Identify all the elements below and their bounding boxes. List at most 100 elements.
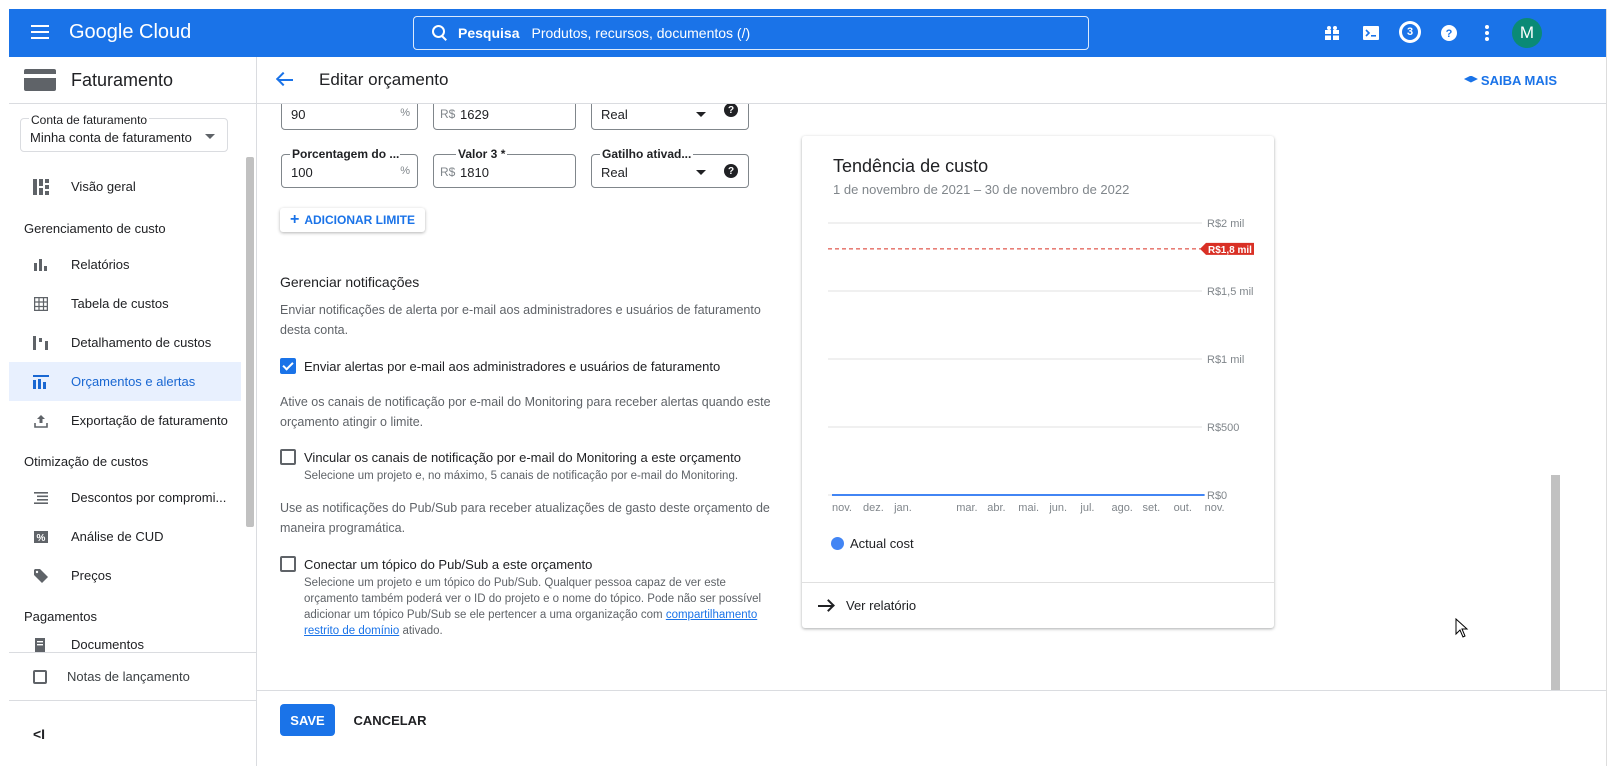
threshold-amount-value: 1810 [460,165,489,180]
sidebar-item-cost-breakdown[interactable]: Detalhamento de custos [9,323,241,362]
back-arrow-icon[interactable] [276,71,294,89]
x-tick-label: jul. [1079,502,1094,514]
help-icon[interactable]: ? [724,164,738,178]
threshold-amount-field[interactable]: Valor 3 * R$ 1810 [433,147,576,188]
threshold-percent-value: 100 [291,165,313,180]
more-vert-icon[interactable] [1477,23,1497,43]
bar-chart-icon [33,257,49,273]
x-tick-label: out. [1174,502,1192,514]
search-label: Pesquisa [458,25,520,41]
billing-account-value: Minha conta de faturamento [30,130,192,145]
table-icon [33,296,49,312]
top-app-bar: Google Cloud Pesquisa Produtos, recursos… [9,9,1606,57]
avatar[interactable]: M [1512,18,1542,48]
sidebar-item-reports[interactable]: Relatórios [9,245,241,284]
x-tick-label: jun. [1048,502,1067,514]
add-threshold-button[interactable]: + ADICIONAR LIMITE [280,208,425,232]
cost-trend-chart: R$0 R$500 R$1 mil R$1,5 mil R$2 mil nov. dez. j… [828,218,1254,514]
upload-icon [33,413,49,429]
threshold-amount-label: Valor 3 * [456,147,508,161]
monitoring-channels-checkbox[interactable] [280,449,296,465]
pubsub-topic-checkbox[interactable] [280,556,296,572]
sidebar: Faturamento Conta de faturamento Minha c… [9,57,257,766]
save-button[interactable]: SAVE [280,704,335,736]
chart-legend: Actual cost [831,536,914,551]
learn-more-button[interactable]: SAIBA MAIS [1463,73,1557,88]
x-tick-label: nov. [1205,502,1225,514]
view-report-link[interactable]: Ver relatório [802,582,1274,628]
sidebar-item-budgets-alerts[interactable]: Orçamentos e alertas [9,362,241,401]
release-notes-icon [33,669,47,684]
sidebar-item-cud-analysis[interactable]: % Análise de CUD [9,517,241,556]
threshold-trigger-select[interactable]: Gatilho ativad... Real ? [591,147,749,188]
notifications-count: 3 [1402,24,1418,40]
pubsub-topic-label[interactable]: Conectar um tópico do Pub/Sub a este orç… [304,557,592,572]
y-tick-label: R$1,5 mil [1207,286,1253,298]
percent-icon: % [33,529,49,545]
billing-account-select[interactable]: Conta de faturamento Minha conta de fatu… [20,113,228,152]
tag-icon [33,568,49,584]
pubsub-description: Use as notificações do Pub/Sub para rece… [280,501,770,535]
sidebar-item-overview[interactable]: Visão geral [9,167,241,206]
threshold-amount-field[interactable]: R$ 1629 [433,104,576,130]
email-alerts-checkbox[interactable] [280,358,296,374]
sidebar-item-label: Tabela de custos [71,296,169,311]
collapse-sidebar-button[interactable]: <I [9,700,256,766]
document-icon [33,637,49,652]
menu-icon[interactable] [31,25,49,39]
school-icon [1463,75,1478,83]
sidebar-section-payments: Pagamentos [24,609,97,624]
notifications-section-title: Gerenciar notificações [280,274,420,290]
percent-suffix: % [400,165,410,177]
search-icon [432,25,448,41]
view-report-label: Ver relatório [846,598,917,613]
sidebar-item-release-notes[interactable]: Notas de lançamento [9,652,256,700]
threshold-trigger-select[interactable]: Real ? [591,104,749,130]
monitoring-description: Ative os canais de notificação por e-mai… [280,395,771,429]
sidebar-item-billing-export[interactable]: Exportação de faturamento [9,401,241,440]
sidebar-scrollbar[interactable] [246,157,254,527]
sidebar-item-label: Orçamentos e alertas [71,374,196,389]
sidebar-item-label: Exportação de faturamento [71,413,228,428]
x-tick-label: jan. [893,502,912,514]
page-title: Editar orçamento [319,70,449,89]
y-tick-label: R$2 mil [1207,218,1244,230]
legend-swatch-actual-cost [831,537,844,550]
google-cloud-logo[interactable]: Google Cloud [69,21,191,44]
main-scrollbar[interactable] [1551,475,1560,690]
sidebar-item-commitment-discounts[interactable]: Descontos por compromi... [9,478,241,517]
monitoring-channels-label[interactable]: Vincular os canais de notificação por e-… [304,450,741,465]
search-input[interactable]: Pesquisa Produtos, recursos, documentos … [413,16,1089,50]
threshold-percent-label: Porcentagem do ... [290,147,400,161]
threshold-percent-field[interactable]: 90 % [281,104,418,130]
plus-icon: + [290,211,300,228]
legend-label-actual-cost: Actual cost [850,536,914,551]
sidebar-header: Faturamento [9,57,256,104]
x-tick-label: dez. [863,502,884,514]
monitoring-channels-hint: Selecione um projeto e, no máximo, 5 can… [304,470,739,482]
gift-icon[interactable] [1322,23,1342,43]
email-alerts-label[interactable]: Enviar alertas por e-mail aos administra… [304,359,720,374]
sidebar-item-documents[interactable]: Documentos [9,633,241,652]
dropdown-arrow-icon [205,134,215,139]
x-tick-label: mai. [1018,502,1039,514]
sidebar-item-pricing[interactable]: Preços [9,556,241,595]
threshold-percent-field[interactable]: Porcentagem do ... 100 % [281,147,418,188]
help-icon[interactable]: ? [724,104,738,117]
x-tick-label: mar. [956,502,977,514]
sidebar-item-label: Notas de lançamento [67,669,190,684]
help-icon[interactable]: ? [1439,23,1459,43]
budget-bars-icon [33,374,49,390]
percent-suffix: % [400,107,410,119]
sidebar-item-cost-table[interactable]: Tabela de custos [9,284,241,323]
page-header: Editar orçamento SAIBA MAIS [257,57,1606,104]
notifications-icon[interactable]: 3 [1399,21,1421,43]
threshold-trigger-value: Real [601,107,628,122]
cancel-button[interactable]: CANCELAR [352,704,428,736]
budget-label: R$1,8 mil [1208,245,1252,256]
pubsub-hint-suffix: ativado. [399,625,443,637]
sidebar-title: Faturamento [71,69,174,90]
cost-trend-title: Tendência de custo [833,156,989,176]
cloud-shell-icon[interactable] [1361,23,1381,43]
svg-text:%: % [37,533,46,543]
